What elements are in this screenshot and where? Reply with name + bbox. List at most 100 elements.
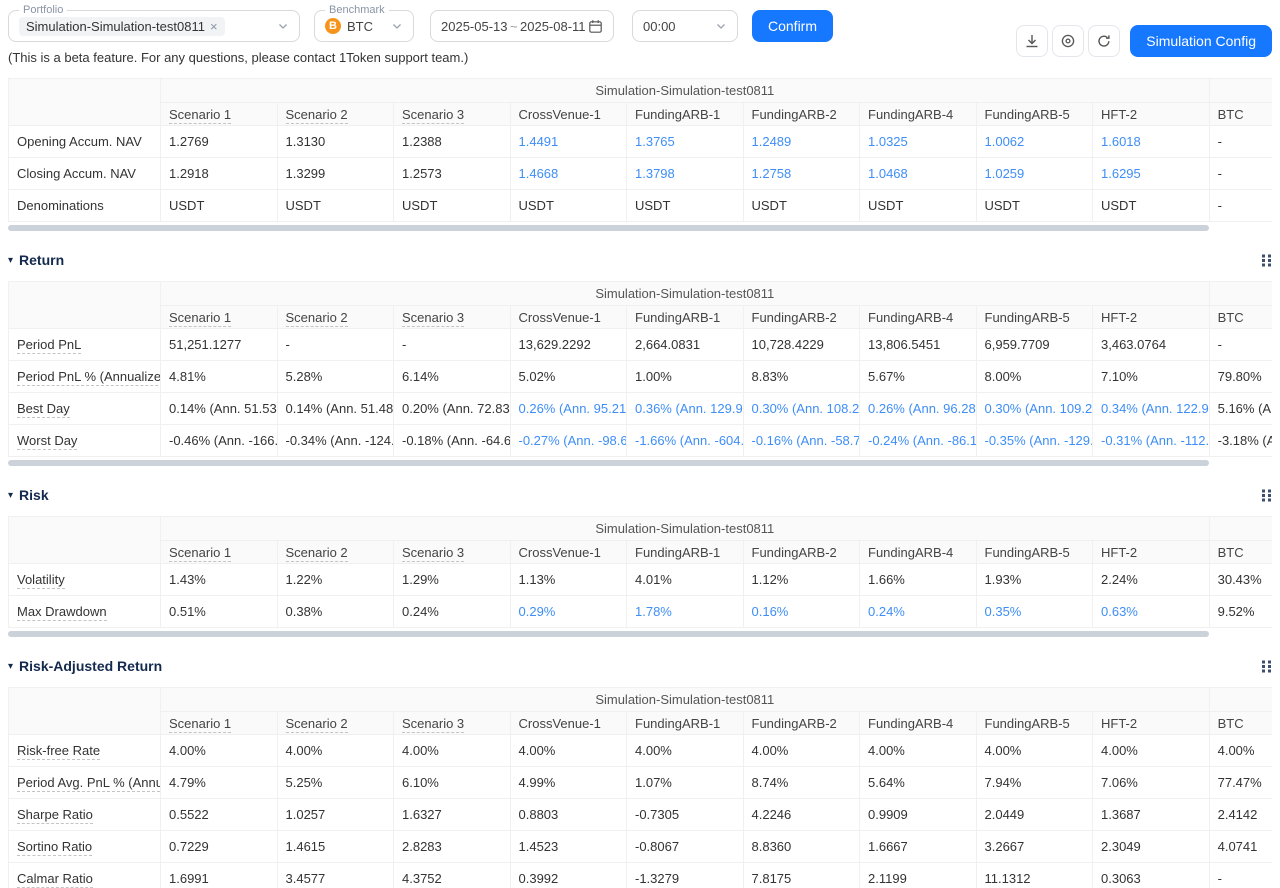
metric-cell: 6.10% — [393, 766, 511, 799]
metric-link-cell[interactable]: -1.66% (Ann. -604.... — [626, 424, 744, 457]
metric-cell: 1.3130 — [276, 125, 394, 158]
row-label: Opening Accum. NAV — [8, 125, 161, 158]
metric-link-cell[interactable]: 0.26% (Ann. 96.28... — [859, 392, 977, 425]
toolbar: Portfolio Simulation-Simulation-test0811… — [0, 0, 1280, 57]
metric-link-cell[interactable]: 0.30% (Ann. 109.2... — [975, 392, 1093, 425]
metric-cell: -1.3279 — [626, 862, 744, 888]
metric-link-cell[interactable]: 0.35% — [975, 595, 1093, 628]
table-row: Closing Accum. NAV 1.2918 1.3299 1.2573 1.46… — [8, 157, 1272, 190]
settings-button[interactable] — [1052, 25, 1085, 57]
row-label: Closing Accum. NAV — [8, 157, 161, 190]
metric-link-cell[interactable]: 1.2758 — [742, 157, 860, 190]
benchmark-label: Benchmark — [325, 3, 389, 17]
metric-link-cell[interactable]: 0.24% — [859, 595, 977, 628]
metric-cell: 0.9909 — [859, 798, 977, 831]
scrollbar-thumb[interactable] — [8, 460, 1209, 466]
btc-icon: B — [325, 18, 341, 34]
column-header: HFT-2 — [1092, 540, 1210, 564]
drag-handle-icon[interactable] — [1261, 253, 1272, 268]
metric-link-cell[interactable]: 0.16% — [742, 595, 860, 628]
section-header: ▾ Return — [8, 231, 1272, 268]
horizontal-scrollbar[interactable] — [8, 225, 1272, 231]
metric-cell: 4.81% — [160, 360, 278, 393]
metric-cell: 8.74% — [742, 766, 860, 799]
metrics-table: Simulation-Simulation-test0811 Scenario 1… — [8, 78, 1272, 222]
metric-cell: 8.8360 — [742, 830, 860, 863]
caret-down-icon[interactable]: ▾ — [8, 490, 13, 501]
metric-link-cell[interactable]: 1.0468 — [859, 157, 977, 190]
table-corner-cell — [8, 281, 161, 329]
metric-link-cell[interactable]: 1.6018 — [1092, 125, 1210, 158]
metric-cell: 1.29% — [393, 563, 511, 596]
row-label: Period Avg. PnL % (Annualize — [8, 766, 161, 799]
metric-cell: 10,728.4229 — [742, 328, 860, 361]
metric-link-cell[interactable]: 1.0259 — [975, 157, 1093, 190]
metric-cell: 1.22% — [276, 563, 394, 596]
refresh-button[interactable] — [1088, 25, 1121, 57]
scrollbar-thumb[interactable] — [8, 225, 1209, 231]
metric-cell: 2.0449 — [975, 798, 1093, 831]
metric-link-cell[interactable]: -0.16% (Ann. -58.7... — [742, 424, 860, 457]
metric-link-cell[interactable]: 1.2489 — [742, 125, 860, 158]
metric-link-cell[interactable]: 1.4668 — [509, 157, 627, 190]
metric-link-cell[interactable]: -0.24% (Ann. -86.1... — [859, 424, 977, 457]
metric-cell: 0.51% — [160, 595, 278, 628]
drag-handle-icon[interactable] — [1261, 659, 1272, 674]
close-icon[interactable]: × — [210, 20, 218, 33]
metric-cell: 0.3992 — [509, 862, 627, 888]
section-title: Risk-Adjusted Return — [19, 658, 163, 674]
date-end[interactable]: 2025-08-11 — [520, 19, 586, 34]
metric-link-cell[interactable]: -0.31% (Ann. -112.... — [1092, 424, 1210, 457]
drag-handle-icon[interactable] — [1261, 488, 1272, 503]
metric-link-cell[interactable]: 0.26% (Ann. 95.21... — [509, 392, 627, 425]
table-viewport: Simulation-Simulation-test0811 Scenario 1… — [8, 78, 1272, 222]
column-header: Scenario 2 — [276, 540, 394, 564]
metric-link-cell[interactable]: -0.27% (Ann. -98.6... — [509, 424, 627, 457]
metric-link-cell[interactable]: 0.30% (Ann. 108.2... — [742, 392, 860, 425]
table-group-empty — [1208, 78, 1272, 103]
horizontal-scrollbar[interactable] — [8, 631, 1272, 637]
metric-link-cell[interactable]: -0.35% (Ann. -129.... — [975, 424, 1093, 457]
simulation-config-button[interactable]: Simulation Config — [1130, 25, 1272, 57]
calendar-icon[interactable] — [588, 19, 603, 34]
column-header: BTC — [1208, 305, 1272, 329]
caret-down-icon[interactable]: ▾ — [8, 255, 13, 266]
confirm-button[interactable]: Confirm — [752, 10, 834, 42]
metric-link-cell[interactable]: 0.34% (Ann. 122.9... — [1092, 392, 1210, 425]
metric-cell: 4.00% — [276, 734, 394, 767]
date-start[interactable]: 2025-05-13 — [441, 19, 508, 34]
column-header: BTC — [1208, 102, 1272, 126]
metric-cell: USDT — [975, 189, 1093, 222]
date-range-picker[interactable]: 2025-05-13 ~ 2025-08-11 — [430, 10, 614, 42]
metric-link-cell[interactable]: 1.0062 — [975, 125, 1093, 158]
download-button[interactable] — [1016, 25, 1049, 57]
horizontal-scrollbar[interactable] — [8, 460, 1272, 466]
metric-link-cell[interactable]: 1.78% — [626, 595, 744, 628]
column-header: CrossVenue-1 — [509, 540, 627, 564]
metric-link-cell[interactable]: 1.3765 — [626, 125, 744, 158]
metric-cell: 1.2388 — [393, 125, 511, 158]
metric-link-cell[interactable]: 0.29% — [509, 595, 627, 628]
metric-link-cell[interactable]: 1.0325 — [859, 125, 977, 158]
metric-link-cell[interactable]: 1.3798 — [626, 157, 744, 190]
portfolio-select[interactable]: Portfolio Simulation-Simulation-test0811… — [8, 3, 300, 42]
metric-cell: 51,251.1277 — [160, 328, 278, 361]
scrollbar-thumb[interactable] — [8, 631, 1209, 637]
caret-down-icon[interactable]: ▾ — [8, 661, 13, 672]
metric-cell: 4.99% — [509, 766, 627, 799]
metric-cell: 2,664.0831 — [626, 328, 744, 361]
metric-link-cell[interactable]: 1.4491 — [509, 125, 627, 158]
chevron-down-icon[interactable] — [277, 20, 289, 32]
metric-link-cell[interactable]: 0.63% — [1092, 595, 1210, 628]
metric-cell: 2.8283 — [393, 830, 511, 863]
chevron-down-icon[interactable] — [715, 20, 727, 32]
chevron-down-icon[interactable] — [391, 20, 403, 32]
metric-cell: 2.4142 — [1208, 798, 1272, 831]
metric-link-cell[interactable]: 0.36% (Ann. 129.9... — [626, 392, 744, 425]
time-select[interactable]: 00:00 — [632, 10, 738, 42]
metric-link-cell[interactable]: 1.6295 — [1092, 157, 1210, 190]
metric-cell: USDT — [859, 189, 977, 222]
metric-cell: 0.20% (Ann. 72.83... — [393, 392, 511, 425]
metric-cell: 0.24% — [393, 595, 511, 628]
benchmark-select[interactable]: Benchmark B BTC — [314, 3, 414, 42]
